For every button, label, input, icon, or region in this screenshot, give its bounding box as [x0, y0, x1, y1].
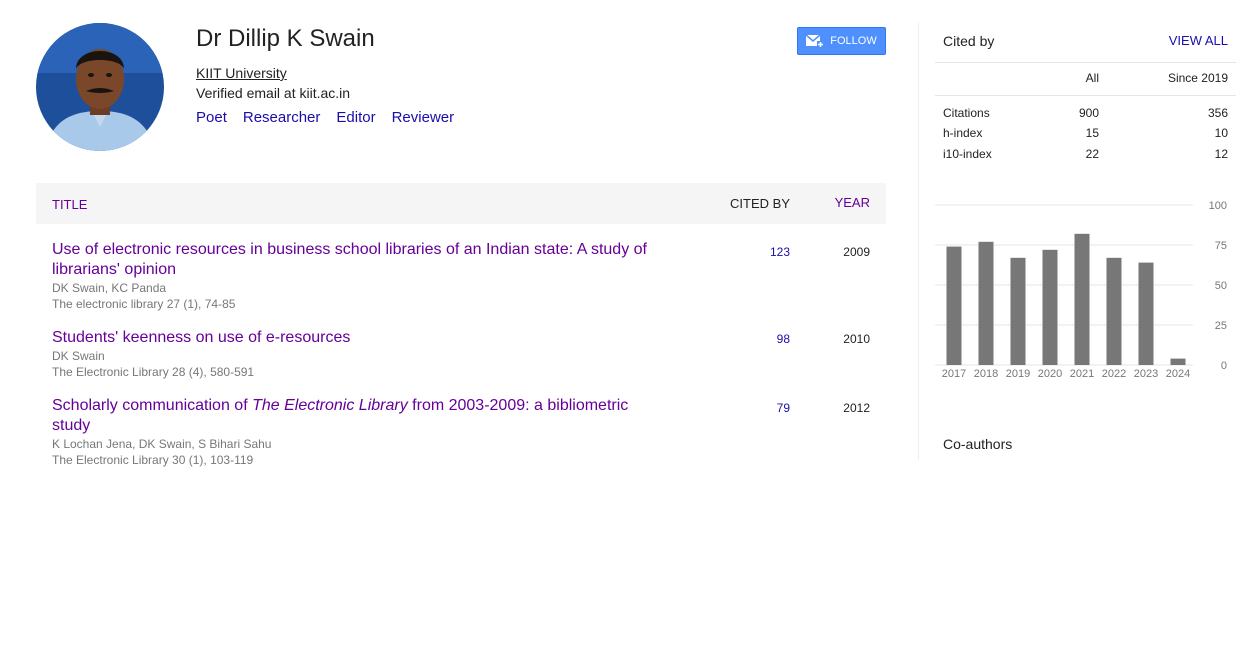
title-journal-name: The Electronic Library: [252, 397, 408, 414]
cited-by-heading: Cited by: [943, 33, 995, 49]
sidebar-divider: [918, 23, 919, 460]
y-tick-label: 50: [1215, 280, 1227, 292]
article-venue: The electronic library 27 (1), 74-85: [52, 297, 236, 311]
stat-i10-index-all: 22: [1085, 147, 1099, 161]
stat-label-h-index: h-index: [943, 126, 983, 140]
stat-h-index-since: 10: [1214, 126, 1228, 140]
profile-photo: [36, 23, 164, 151]
article-year: 2009: [843, 245, 870, 259]
cited-by-count-link[interactable]: 79: [777, 401, 790, 415]
articles-table-header: TITLE CITED BY YEAR: [36, 183, 886, 224]
article-venue: The Electronic Library 30 (1), 103-119: [52, 453, 254, 467]
article-title-link[interactable]: Use of electronic resources in business …: [52, 240, 662, 280]
co-authors-heading: Co-authors: [943, 436, 1013, 452]
x-tick-label: 2023: [1134, 368, 1158, 380]
cited-by-count-link[interactable]: 123: [770, 245, 790, 259]
y-tick-label: 25: [1215, 320, 1227, 332]
x-tick-label: 2024: [1166, 368, 1190, 380]
article-authors: DK Swain: [52, 349, 105, 363]
interest-link-poet[interactable]: Poet: [196, 109, 227, 126]
view-all-link[interactable]: VIEW ALL: [1169, 33, 1228, 48]
column-header-year[interactable]: YEAR: [835, 195, 870, 210]
chart-bar-2021[interactable]: [1074, 233, 1090, 365]
cited-by-count-link[interactable]: 98: [777, 332, 790, 346]
chart-bar-2023[interactable]: [1138, 262, 1154, 365]
profile-name: Dr Dillip K Swain: [196, 25, 375, 52]
follow-button[interactable]: FOLLOW: [797, 27, 886, 55]
stat-label-citations: Citations: [943, 106, 990, 120]
stat-citations-all: 900: [1078, 106, 1099, 120]
article-year: 2012: [843, 401, 870, 415]
chart-bar-2020[interactable]: [1042, 249, 1058, 365]
y-tick-label: 75: [1215, 240, 1227, 252]
article-row: Students' keenness on use of e-resources…: [52, 328, 870, 380]
x-tick-label: 2019: [1006, 368, 1030, 380]
envelope-plus-icon: [806, 34, 825, 48]
x-tick-label: 2022: [1102, 368, 1126, 380]
chart-bar-2024[interactable]: [1170, 358, 1186, 365]
article-authors: K Lochan Jena, DK Swain, S Bihari Sahu: [52, 437, 272, 451]
article-row: Use of electronic resources in business …: [52, 240, 870, 312]
verified-email: Verified email at kiit.ac.in: [196, 85, 351, 101]
interest-link-reviewer[interactable]: Reviewer: [392, 109, 455, 126]
divider: [935, 95, 1236, 96]
divider: [935, 62, 1236, 63]
interest-link-editor[interactable]: Editor: [336, 109, 375, 126]
chart-bar-2018[interactable]: [978, 241, 994, 365]
article-title-link[interactable]: Students' keenness on use of e-resources: [52, 328, 662, 348]
x-tick-label: 2021: [1070, 368, 1094, 380]
follow-label: FOLLOW: [830, 35, 877, 47]
y-tick-label: 0: [1221, 360, 1227, 372]
affiliation-link[interactable]: KIIT University: [196, 65, 287, 81]
research-interests: Poet Researcher Editor Reviewer: [196, 109, 454, 126]
title-part: Scholarly communication of: [52, 397, 253, 414]
interest-link-researcher[interactable]: Researcher: [243, 109, 321, 126]
stat-citations-since: 356: [1207, 106, 1228, 120]
article-venue: The Electronic Library 28 (4), 580-591: [52, 365, 255, 379]
x-tick-label: 2020: [1038, 368, 1062, 380]
article-year: 2010: [843, 332, 870, 346]
stat-h-index-all: 15: [1085, 126, 1099, 140]
chart-bar-2022[interactable]: [1106, 257, 1122, 365]
column-header-cited-by[interactable]: CITED BY: [730, 196, 790, 211]
column-header-title[interactable]: TITLE: [52, 197, 87, 212]
chart-bar-2017[interactable]: [946, 246, 962, 365]
article-title-link[interactable]: Scholarly communication of The Electroni…: [52, 396, 662, 436]
stat-i10-index-since: 12: [1214, 147, 1228, 161]
article-authors: DK Swain, KC Panda: [52, 281, 167, 295]
y-tick-label: 100: [1209, 200, 1227, 212]
citations-per-year-chart: 100 75 50 25 0 2017 2018 2019 2020 2021 2022 2023 20…: [935, 200, 1227, 380]
x-tick-label: 2017: [942, 368, 966, 380]
stat-label-i10-index: i10-index: [943, 147, 992, 161]
column-header-since: Since 2019: [1167, 71, 1228, 85]
chart-bar-2019[interactable]: [1010, 257, 1026, 365]
x-tick-label: 2018: [974, 368, 998, 380]
article-row: Scholarly communication of The Electroni…: [52, 396, 870, 468]
column-header-all: All: [1085, 71, 1099, 85]
